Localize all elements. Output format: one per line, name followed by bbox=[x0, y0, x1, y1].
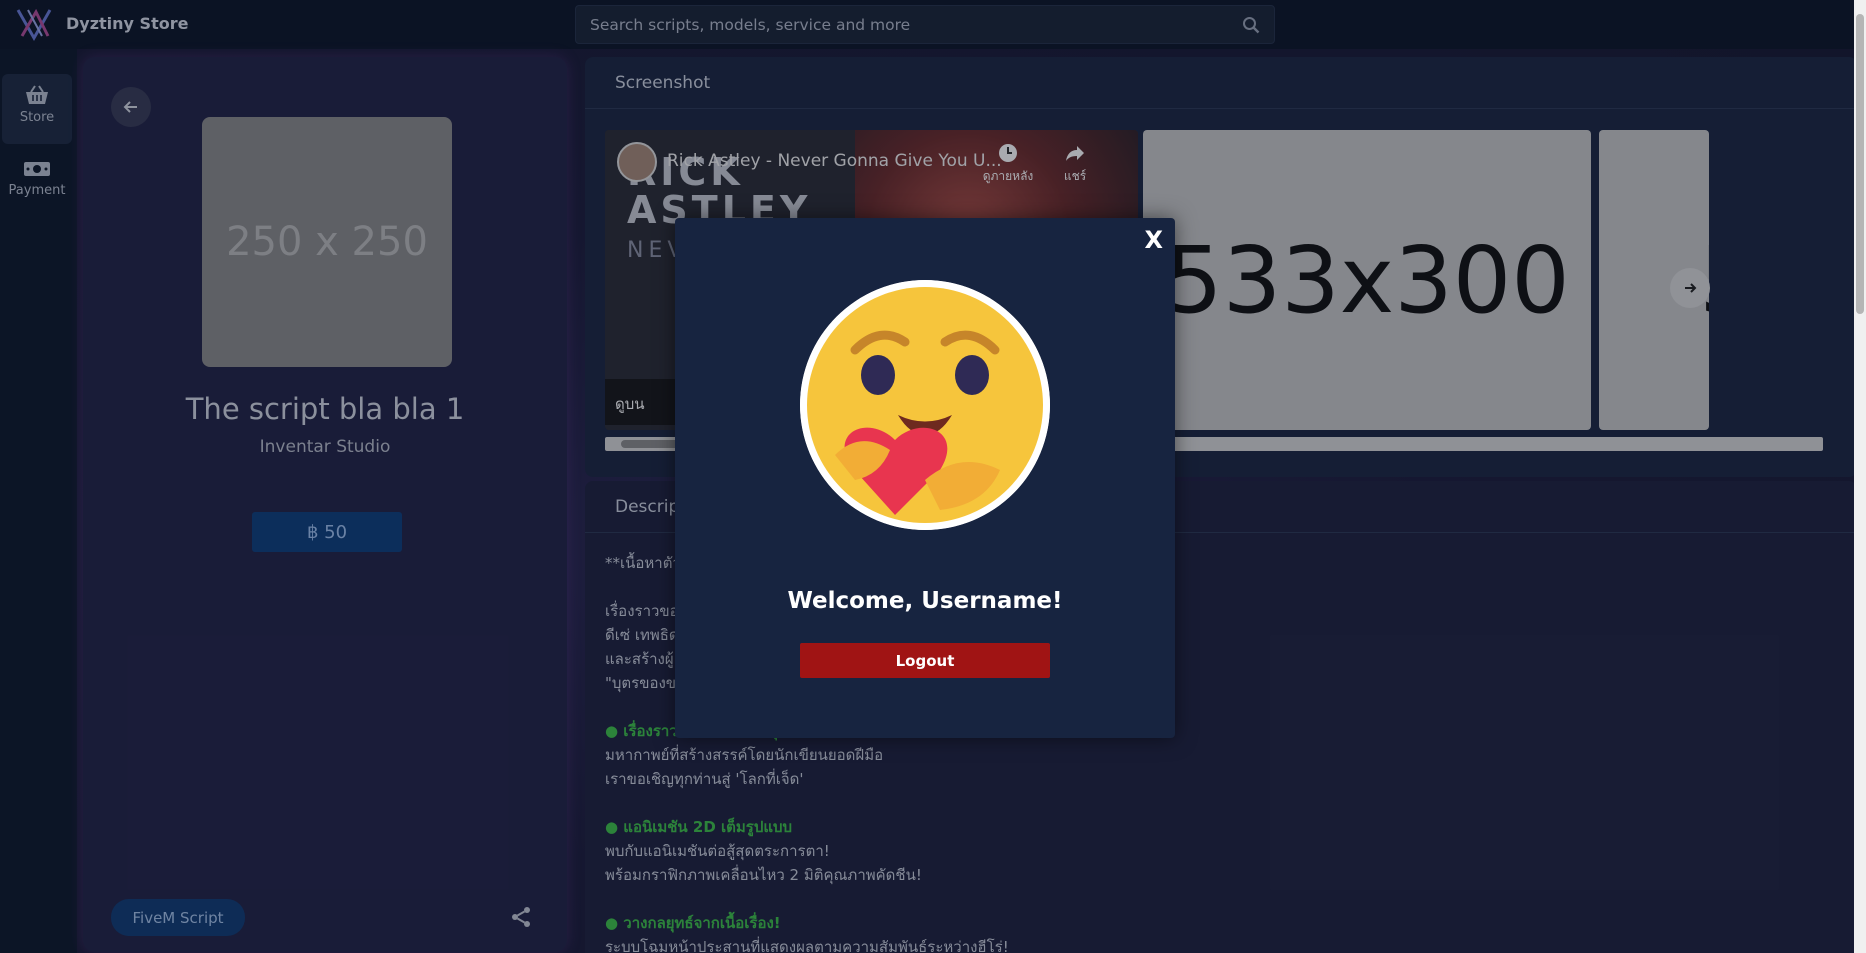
welcome-modal: X Welcome, Username! Logout bbox=[675, 218, 1175, 738]
welcome-text: Welcome, Username! bbox=[787, 588, 1063, 614]
page-scrollbar[interactable] bbox=[1854, 0, 1866, 953]
logout-button[interactable]: Logout bbox=[800, 643, 1050, 678]
scrollbar-thumb[interactable] bbox=[1856, 14, 1864, 314]
care-emoji-icon bbox=[800, 280, 1050, 530]
close-button[interactable]: X bbox=[1144, 226, 1163, 254]
